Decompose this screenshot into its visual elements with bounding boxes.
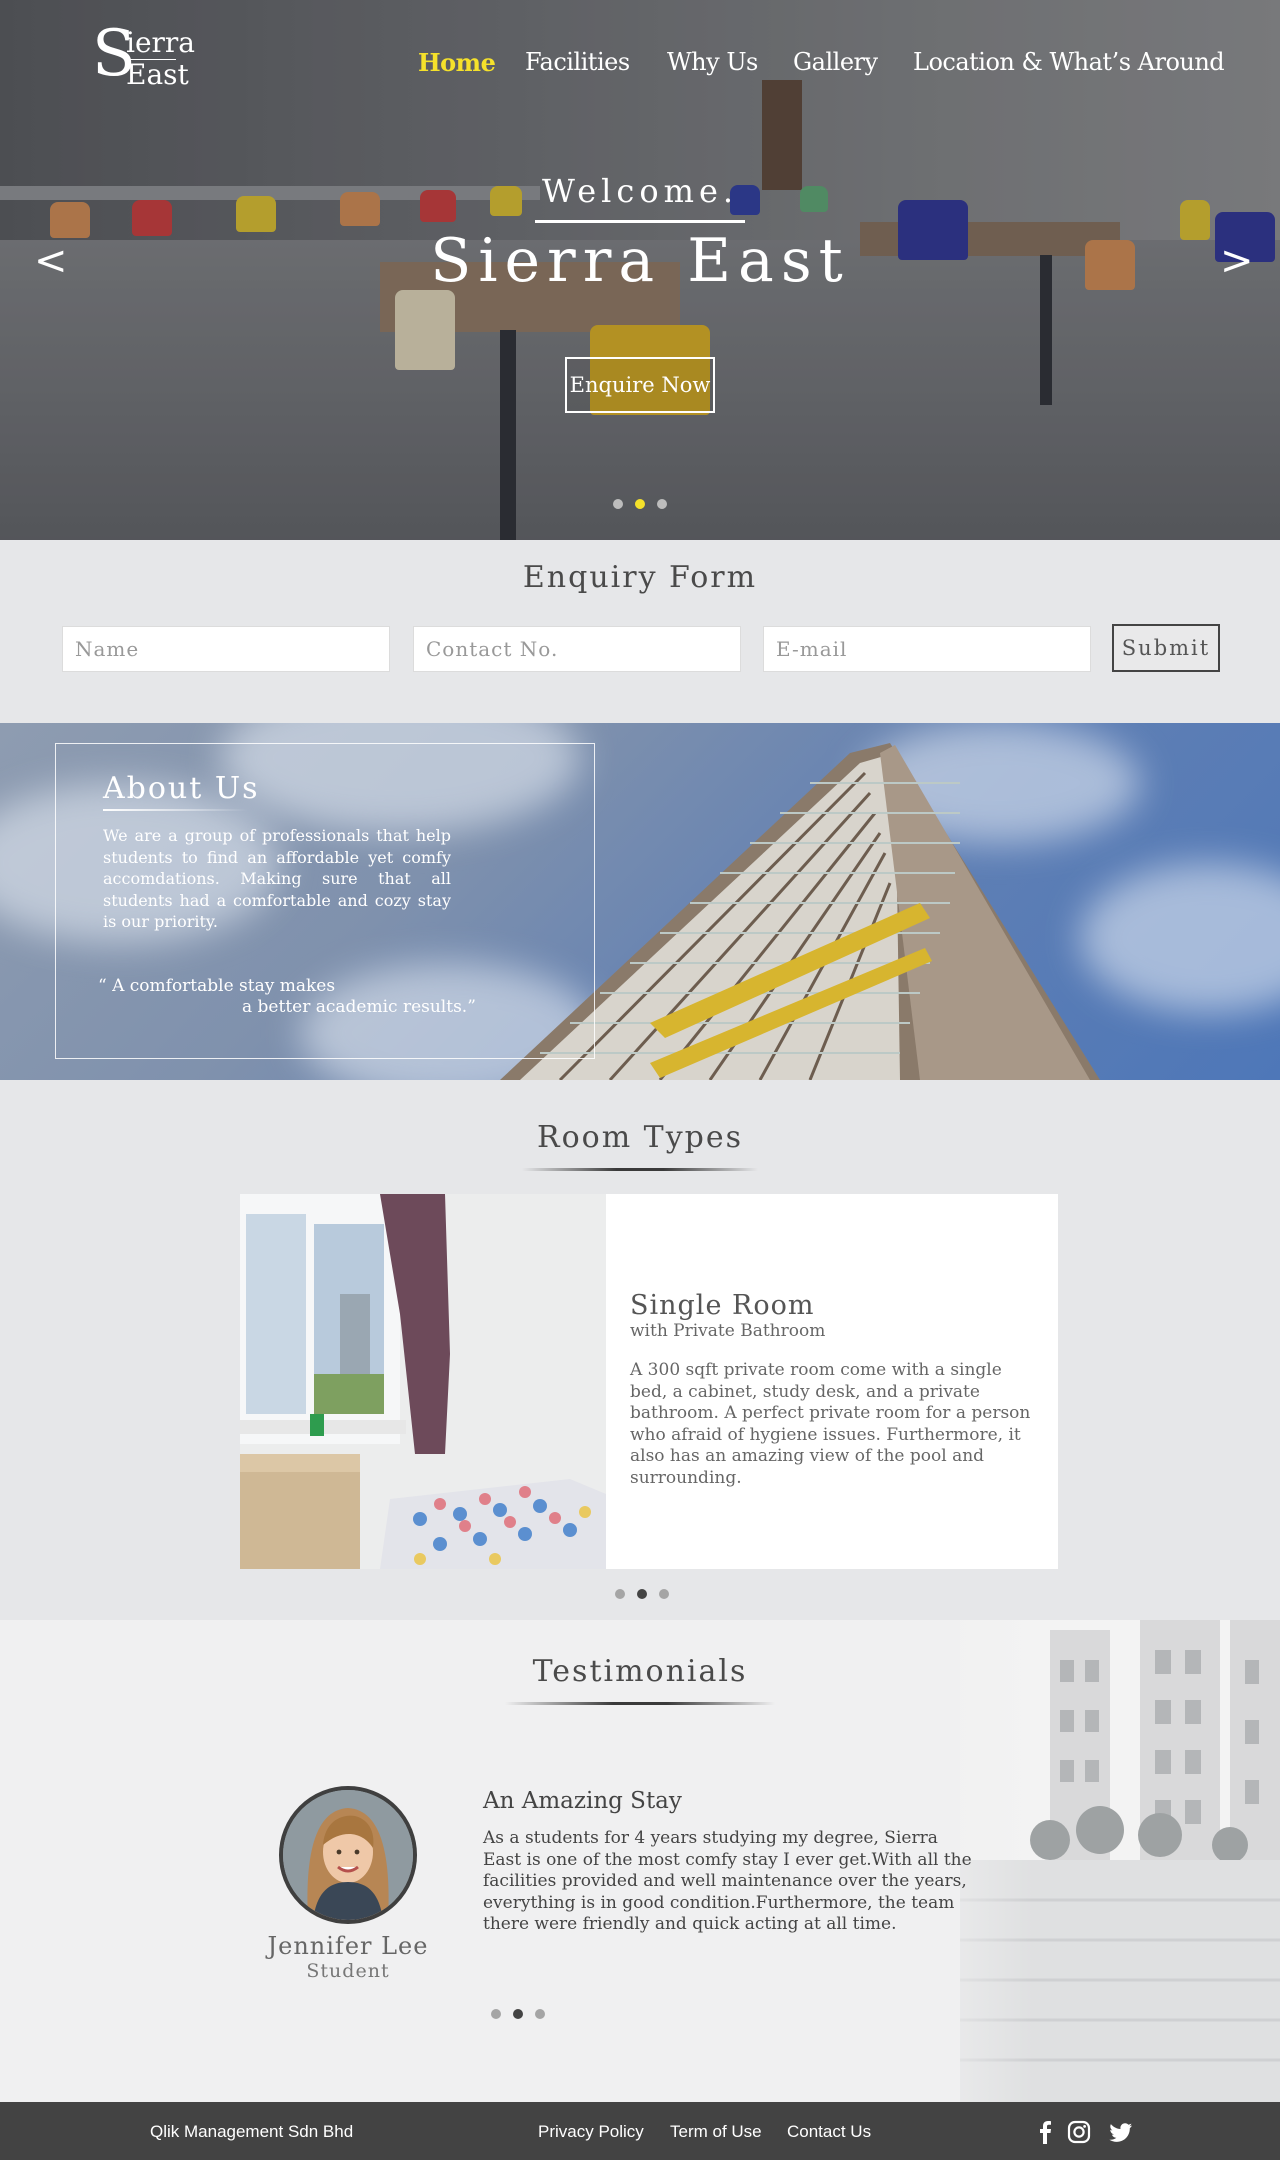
hero-carousel-dots: [613, 499, 667, 509]
avatar: [279, 1786, 417, 1924]
about-quote-line1: “ A comfortable stay makes: [98, 976, 336, 996]
nav-item-home[interactable]: Home: [418, 48, 496, 77]
sky-cloud: [1080, 863, 1280, 1013]
facebook-icon[interactable]: [1032, 2119, 1058, 2145]
footer-company: Qlik Management Sdn Bhd: [150, 2122, 354, 2141]
testimonial-carousel-dots: [491, 2009, 545, 2019]
testimonial-author-role: Student: [306, 1960, 390, 1982]
room-name: Single Room: [630, 1290, 815, 1321]
twitter-icon[interactable]: [1108, 2119, 1134, 2145]
about-section: About Us We are a group of professionals…: [0, 723, 1280, 1080]
testimonial-heading: An Amazing Stay: [483, 1788, 682, 1814]
carousel-prev-arrow[interactable]: <: [34, 238, 68, 284]
submit-button[interactable]: Submit: [1112, 624, 1220, 672]
main-nav: Home Facilities Why Us Gallery Location …: [0, 48, 1280, 82]
testimonial-author: Jennifer Lee: [267, 1932, 429, 1960]
enquire-now-button[interactable]: Enquire Now: [565, 357, 715, 413]
enquiry-title: Enquiry Form: [522, 560, 758, 595]
testimonials-section: Testimonials Jennifer Lee Student An Ama…: [0, 1620, 1280, 2102]
testimonial-body: As a students for 4 years studying my de…: [483, 1828, 972, 1934]
room-subtitle: with Private Bathroom: [630, 1321, 826, 1341]
name-input[interactable]: Name: [62, 626, 390, 672]
about-quote-line2: a better academic results.”: [242, 997, 476, 1017]
room-description: A 300 sqft private room come with a sing…: [630, 1360, 1031, 1488]
hero-title: Sierra East: [430, 226, 850, 296]
carousel-next-arrow[interactable]: >: [1220, 238, 1254, 284]
footer-link-contact[interactable]: Contact Us: [787, 2122, 871, 2142]
hero-banner: S ierra East Home Facilities Why Us Gall…: [0, 0, 1280, 540]
nav-item-why-us[interactable]: Why Us: [667, 48, 758, 76]
nav-item-facilities[interactable]: Facilities: [525, 48, 630, 76]
carousel-dot[interactable]: [491, 2009, 501, 2019]
about-divider: [103, 809, 248, 811]
room-carousel-dots: [615, 1589, 669, 1599]
carousel-dot[interactable]: [657, 499, 667, 509]
instagram-icon[interactable]: [1066, 2119, 1092, 2145]
room-types-title: Room Types: [536, 1120, 743, 1155]
site-footer: Qlik Management Sdn Bhd Privacy Policy T…: [0, 2102, 1280, 2160]
carousel-dot-active[interactable]: [637, 1589, 647, 1599]
about-text: We are a group of professionals that hel…: [103, 826, 451, 931]
nav-item-location[interactable]: Location & What’s Around: [913, 48, 1225, 76]
testimonials-divider: [505, 1702, 775, 1705]
carousel-dot-active[interactable]: [513, 2009, 523, 2019]
footer-link-terms[interactable]: Term of Use: [670, 2122, 762, 2142]
email-input[interactable]: E-mail: [763, 626, 1091, 672]
room-photo: [240, 1194, 606, 1569]
room-types-divider: [522, 1168, 758, 1171]
carousel-dot[interactable]: [613, 499, 623, 509]
carousel-dot[interactable]: [659, 1589, 669, 1599]
hero-divider: [535, 220, 745, 223]
carousel-dot[interactable]: [535, 2009, 545, 2019]
footer-link-privacy[interactable]: Privacy Policy: [538, 2122, 644, 2142]
contact-input[interactable]: Contact No.: [413, 626, 741, 672]
enquiry-section: Enquiry Form Name Contact No. E-mail Sub…: [0, 540, 1280, 723]
about-title: About Us: [103, 771, 260, 806]
nav-item-gallery[interactable]: Gallery: [793, 48, 878, 76]
carousel-dot-active[interactable]: [635, 499, 645, 509]
carousel-dot[interactable]: [615, 1589, 625, 1599]
room-types-section: Room Types Single Room with Private Bath…: [0, 1080, 1280, 1620]
hero-welcome: Welcome.: [541, 172, 739, 210]
testimonials-title: Testimonials: [532, 1654, 748, 1689]
